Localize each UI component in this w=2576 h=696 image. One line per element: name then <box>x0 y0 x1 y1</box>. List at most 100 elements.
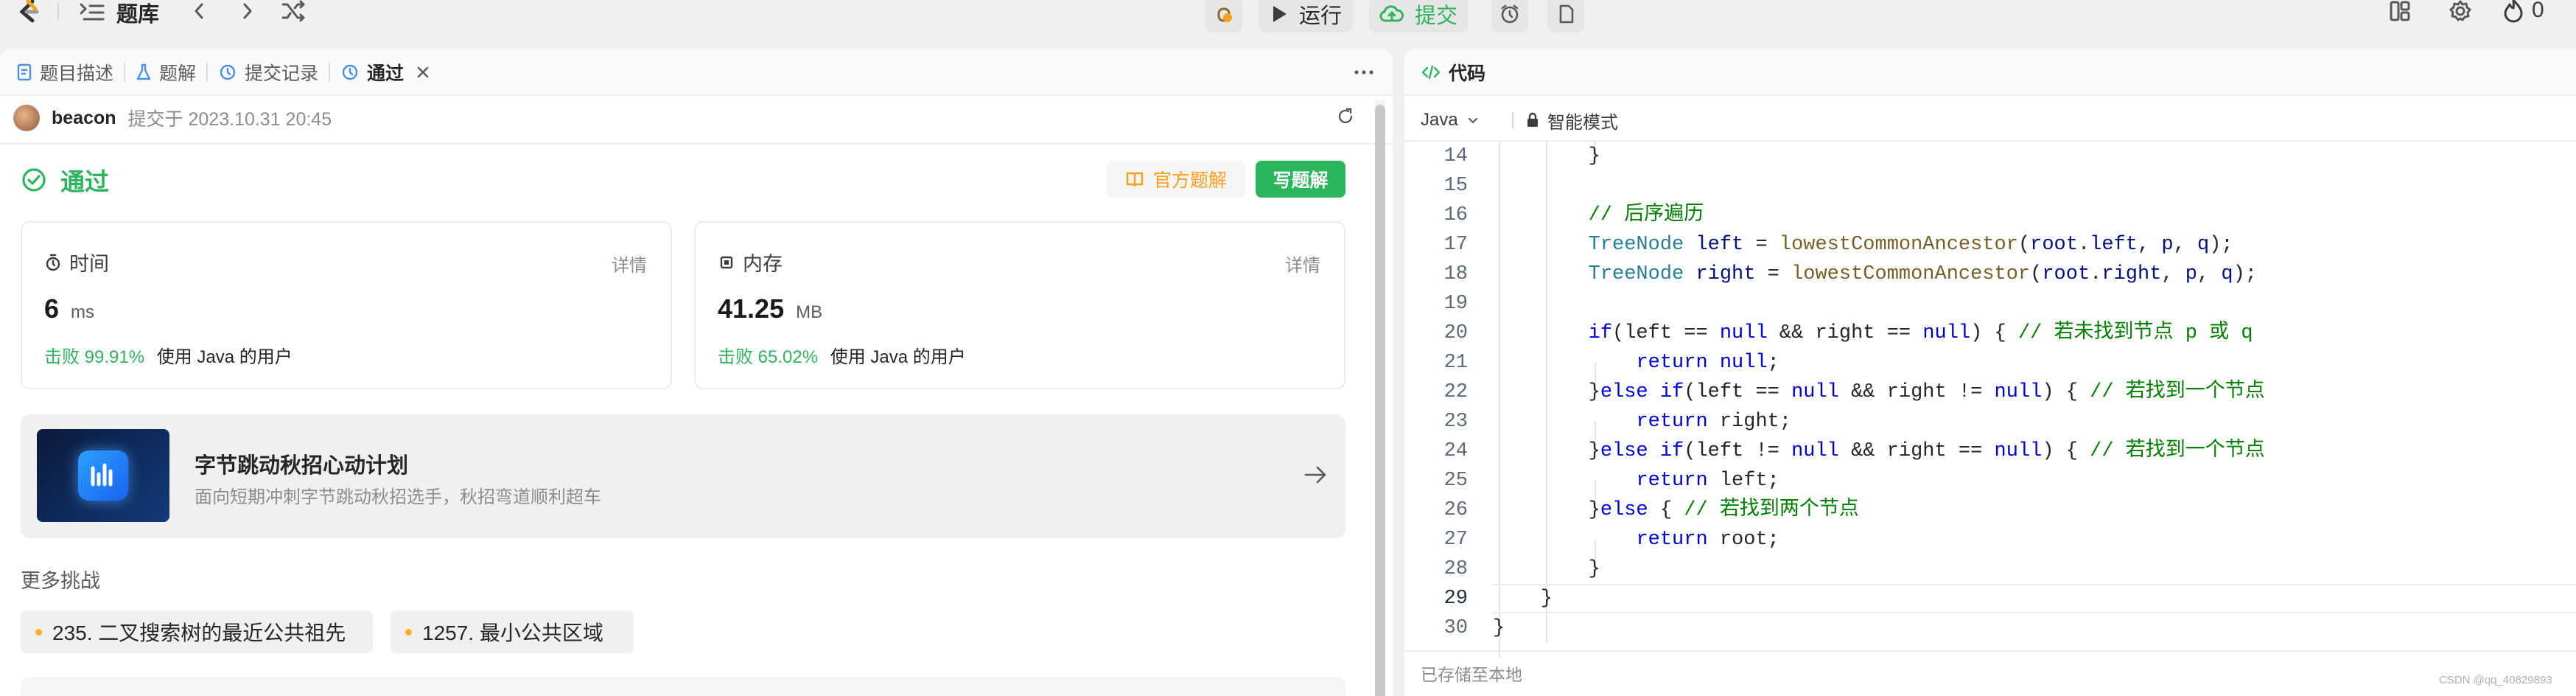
official-solution-button[interactable]: 官方题解 <box>1107 161 1245 198</box>
shuffle-icon[interactable] <box>280 0 307 24</box>
problem-list-button[interactable]: 题库 <box>78 0 159 28</box>
tab-submissions[interactable]: 提交记录 <box>208 49 329 96</box>
next-problem-icon[interactable] <box>237 0 256 22</box>
leetcode-logo[interactable] <box>13 0 43 24</box>
tab-label: 题目描述 <box>40 63 114 84</box>
line-number: 25 <box>1443 470 1468 492</box>
timer-button[interactable] <box>1491 0 1528 32</box>
tab-label: 通过 <box>367 63 405 84</box>
code-line: 15 <box>1404 171 2576 201</box>
line-number: 18 <box>1443 263 1468 285</box>
write-solution-label: 写题解 <box>1273 170 1329 191</box>
debug-button[interactable] <box>1205 0 1242 32</box>
line-number: 20 <box>1443 322 1468 344</box>
refresh-icon[interactable] <box>1335 106 1356 127</box>
code-line: 20 if(left == null && right == null) { /… <box>1404 319 2576 348</box>
more-options-icon[interactable] <box>1353 63 1375 81</box>
history-icon <box>218 63 237 82</box>
challenge-chip[interactable]: 1257. 最小公共区域 <box>391 610 634 653</box>
memory-detail-link[interactable]: 详情 <box>1285 251 1320 276</box>
line-number: 27 <box>1443 529 1468 551</box>
username[interactable]: beacon <box>52 108 116 129</box>
code-panel: 代码 Java 智能模式 14 } 15 16 // 后序遍历 17 TreeN… <box>1404 49 2576 696</box>
panel-resize-handle[interactable] <box>1394 49 1403 696</box>
bytedance-logo-icon <box>78 450 128 501</box>
mode-label: 智能模式 <box>1547 112 1618 133</box>
chevron-down-icon <box>1466 113 1480 128</box>
scrollbar-thumb[interactable] <box>1375 105 1385 696</box>
code-line: 14 } <box>1404 142 2576 171</box>
chip-icon <box>718 254 735 271</box>
left-tab-bar: 题目描述 题解 提交记录 通过 <box>0 49 1393 96</box>
code-line: 23 return right; <box>1404 407 2576 436</box>
scrollbar-track[interactable] <box>1375 100 1385 696</box>
prev-problem-icon[interactable] <box>190 0 209 22</box>
official-solution-label: 官方题解 <box>1152 170 1227 191</box>
cloud-upload-icon <box>1379 3 1404 25</box>
alarm-icon <box>1499 3 1521 25</box>
tab-label: 提交记录 <box>245 63 319 84</box>
submit-button[interactable]: 提交 <box>1369 0 1468 32</box>
submit-label: 提交 <box>1414 4 1457 28</box>
runtime-value: 6 <box>44 293 60 324</box>
notes-button[interactable] <box>1547 0 1584 32</box>
memory-beats: 击败 65.02% <box>718 347 819 367</box>
code-line: 22 }else if(left == null && right != nul… <box>1404 377 2576 407</box>
line-number: 21 <box>1443 352 1468 374</box>
banner-image <box>37 429 169 522</box>
code-tab-label: 代码 <box>1449 63 1486 84</box>
challenge-chip[interactable]: 235. 二叉搜索树的最近公共祖先 <box>21 610 373 653</box>
line-number: 24 <box>1443 440 1468 462</box>
description-icon <box>16 63 32 82</box>
code-line: 16 // 后序遍历 <box>1404 201 2576 230</box>
smart-mode-toggle[interactable]: 智能模式 <box>1508 102 1618 139</box>
avatar[interactable] <box>13 105 40 131</box>
difficulty-dot <box>405 628 412 636</box>
streak-count: 0 <box>2532 0 2544 22</box>
runtime-unit: ms <box>71 302 95 322</box>
runtime-card[interactable]: 时间 详情 6 ms 击败 99.91% 使用 Java 的用户 <box>21 221 672 389</box>
code-icon <box>1421 63 1441 81</box>
code-editor[interactable]: 14 } 15 16 // 后序遍历 17 TreeNode left = lo… <box>1404 142 2576 658</box>
write-solution-button[interactable]: 写题解 <box>1256 161 1345 198</box>
check-circle-icon <box>21 167 47 193</box>
line-number: 14 <box>1443 145 1468 167</box>
challenge-label: 235. 二叉搜索树的最近公共祖先 <box>52 622 346 644</box>
runtime-detail-link[interactable]: 详情 <box>612 251 647 276</box>
code-line: 27 return root; <box>1404 525 2576 554</box>
line-number: 16 <box>1443 204 1468 226</box>
divider <box>0 143 1393 145</box>
run-button[interactable]: 运行 <box>1259 0 1353 32</box>
challenge-label: 1257. 最小公共区域 <box>422 622 603 644</box>
tab-description[interactable]: 题目描述 <box>6 49 124 96</box>
run-label: 运行 <box>1298 4 1342 28</box>
runtime-title: 时间 <box>69 253 109 275</box>
promo-banner[interactable]: 字节跳动秋招心动计划 面向短期冲刺字节跳动秋招选手，秋招弯道顺利超车 <box>21 414 1345 538</box>
code-line: 17 TreeNode left = lowestCommonAncestor(… <box>1404 230 2576 260</box>
banner-subtitle: 面向短期冲刺字节跳动秋招选手，秋招弯道顺利超车 <box>195 487 601 507</box>
code-line: 24 }else if(left != null && right == nul… <box>1404 436 2576 466</box>
layout-icon[interactable] <box>2387 0 2412 24</box>
line-number: 22 <box>1443 381 1468 403</box>
language-select[interactable]: Java <box>1421 102 1480 139</box>
line-number: 26 <box>1443 499 1468 521</box>
divider <box>1404 650 2576 652</box>
memory-beats-suffix: 使用 Java 的用户 <box>830 347 966 367</box>
play-icon <box>1270 3 1289 25</box>
arrow-right-icon[interactable] <box>1303 463 1329 487</box>
tab-code[interactable]: 代码 <box>1421 49 1485 96</box>
settings-gear-icon[interactable] <box>2448 0 2473 24</box>
tab-accepted[interactable]: 通过 <box>330 49 441 96</box>
lock-icon <box>1525 112 1540 128</box>
tab-solutions[interactable]: 题解 <box>125 49 206 96</box>
streak-counter[interactable]: 0 <box>2502 0 2544 24</box>
close-tab-icon[interactable] <box>416 65 430 80</box>
submit-time: 提交于 2023.10.31 20:45 <box>127 109 332 130</box>
code-line: 29 } <box>1404 584 2576 613</box>
code-line: 26 }else { // 若找到两个节点 <box>1404 495 2576 525</box>
memory-card[interactable]: 内存 详情 41.25 MB 击败 65.02% 使用 Java 的用户 <box>694 221 1345 389</box>
line-number: 17 <box>1443 234 1468 256</box>
flame-icon <box>2502 0 2524 24</box>
watermark: CSDN @qq_40829893 <box>2439 674 2552 686</box>
line-number: 19 <box>1443 293 1468 315</box>
